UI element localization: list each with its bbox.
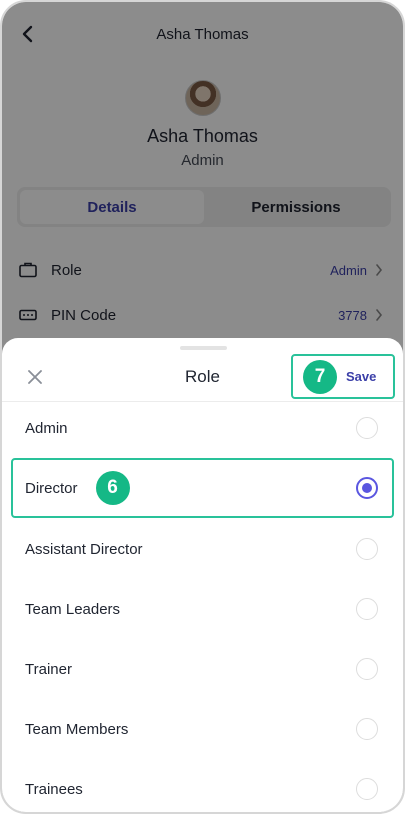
option-label: Team Leaders	[25, 600, 121, 618]
role-option-trainees[interactable]: Trainees	[2, 759, 403, 812]
radio-button[interactable]	[356, 417, 378, 439]
save-button[interactable]: Save	[346, 369, 376, 384]
option-label: Admin	[25, 419, 68, 437]
role-option-team-members[interactable]: Team Members	[2, 699, 403, 759]
radio-button[interactable]	[356, 718, 378, 740]
role-option-trainer[interactable]: Trainer	[2, 639, 403, 699]
role-option-director[interactable]: Director 6	[11, 458, 394, 518]
sheet-header: Role 7 Save	[2, 354, 403, 402]
option-label: Director	[25, 479, 78, 497]
save-highlight: 7 Save	[291, 354, 395, 399]
role-picker-sheet: Role 7 Save Admin Director 6 Assistant D…	[2, 338, 403, 812]
option-label: Trainees	[25, 780, 83, 798]
role-option-admin[interactable]: Admin	[2, 398, 403, 458]
option-label: Trainer	[25, 660, 72, 678]
step-badge: 6	[95, 471, 130, 505]
radio-button-selected[interactable]	[356, 477, 378, 499]
option-label: Team Members	[25, 720, 129, 738]
sheet-drag-handle[interactable]	[180, 346, 227, 350]
radio-button[interactable]	[356, 658, 378, 680]
role-option-team-leaders[interactable]: Team Leaders	[2, 579, 403, 639]
step-badge: 7	[303, 359, 337, 394]
radio-button[interactable]	[356, 598, 378, 620]
option-label: Assistant Director	[25, 540, 143, 558]
role-option-assistant-director[interactable]: Assistant Director	[2, 519, 403, 579]
close-icon[interactable]	[24, 366, 46, 388]
radio-button[interactable]	[356, 778, 378, 800]
phone-frame: Asha Thomas Asha Thomas Admin Details Pe…	[0, 0, 405, 814]
radio-button[interactable]	[356, 538, 378, 560]
